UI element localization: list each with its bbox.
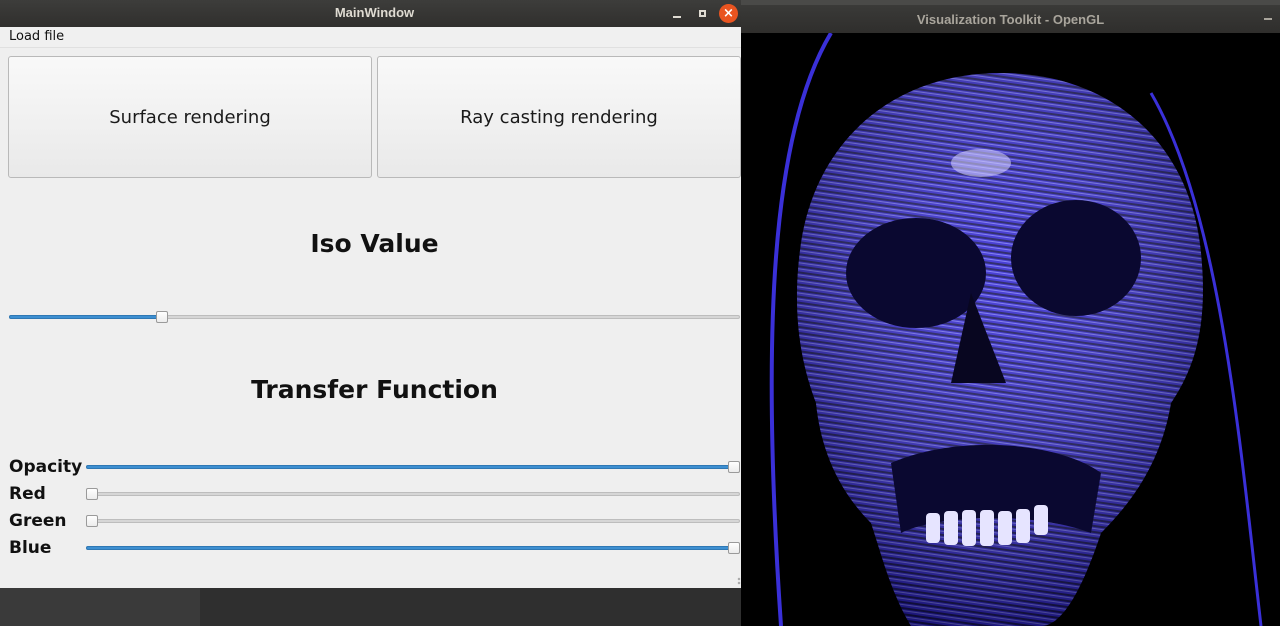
- opacity-label: Opacity: [9, 457, 83, 477]
- green-label: Green: [9, 511, 67, 531]
- maximize-icon: [699, 10, 706, 17]
- red-label: Red: [9, 484, 46, 504]
- slider-handle[interactable]: [86, 488, 98, 500]
- slider-handle[interactable]: [86, 515, 98, 527]
- slider-fill: [86, 465, 734, 469]
- ray-casting-rendering-button[interactable]: Ray casting rendering: [377, 56, 741, 178]
- close-button[interactable]: ×: [719, 4, 738, 23]
- menu-load-file[interactable]: Load file: [9, 29, 64, 44]
- slider-handle[interactable]: [728, 461, 740, 473]
- green-slider[interactable]: [86, 514, 740, 528]
- maximize-button[interactable]: [693, 4, 712, 23]
- slider-groove: [86, 519, 740, 523]
- main-window: MainWindow × Load file Surface rendering…: [0, 0, 749, 588]
- main-window-title: MainWindow: [334, 5, 415, 20]
- render-canvas[interactable]: [741, 33, 1280, 626]
- slider-handle[interactable]: [156, 311, 169, 323]
- minimize-icon: [672, 15, 681, 18]
- iso-value-slider[interactable]: [9, 310, 740, 324]
- slider-fill: [86, 546, 734, 550]
- main-window-titlebar[interactable]: MainWindow ×: [0, 0, 749, 27]
- iso-value-heading: Iso Value: [310, 229, 439, 258]
- forehead-highlight: [951, 149, 1011, 177]
- vtk-window: Visualization Toolkit - OpenGL: [741, 0, 1280, 626]
- skull-render-image: [769, 33, 1263, 626]
- slider-handle[interactable]: [728, 542, 740, 554]
- left-eye-socket: [846, 218, 986, 328]
- opacity-slider[interactable]: [86, 460, 740, 474]
- close-icon: ×: [723, 6, 734, 21]
- surface-rendering-button[interactable]: Surface rendering: [8, 56, 372, 178]
- blue-label: Blue: [9, 538, 52, 558]
- slider-fill: [9, 315, 163, 319]
- transfer-function-heading: Transfer Function: [251, 375, 498, 404]
- blue-slider[interactable]: [86, 541, 740, 555]
- vtk-window-title: Visualization Toolkit - OpenGL: [916, 12, 1105, 27]
- menubar: Load file: [0, 27, 749, 48]
- right-eye-socket: [1011, 200, 1141, 316]
- minimize-button[interactable]: [667, 4, 686, 23]
- desktop-panel: [200, 588, 741, 626]
- vtk-window-titlebar[interactable]: Visualization Toolkit - OpenGL: [741, 5, 1280, 33]
- red-slider[interactable]: [86, 487, 740, 501]
- minimize-icon[interactable]: [1264, 18, 1272, 20]
- slider-groove: [86, 492, 740, 496]
